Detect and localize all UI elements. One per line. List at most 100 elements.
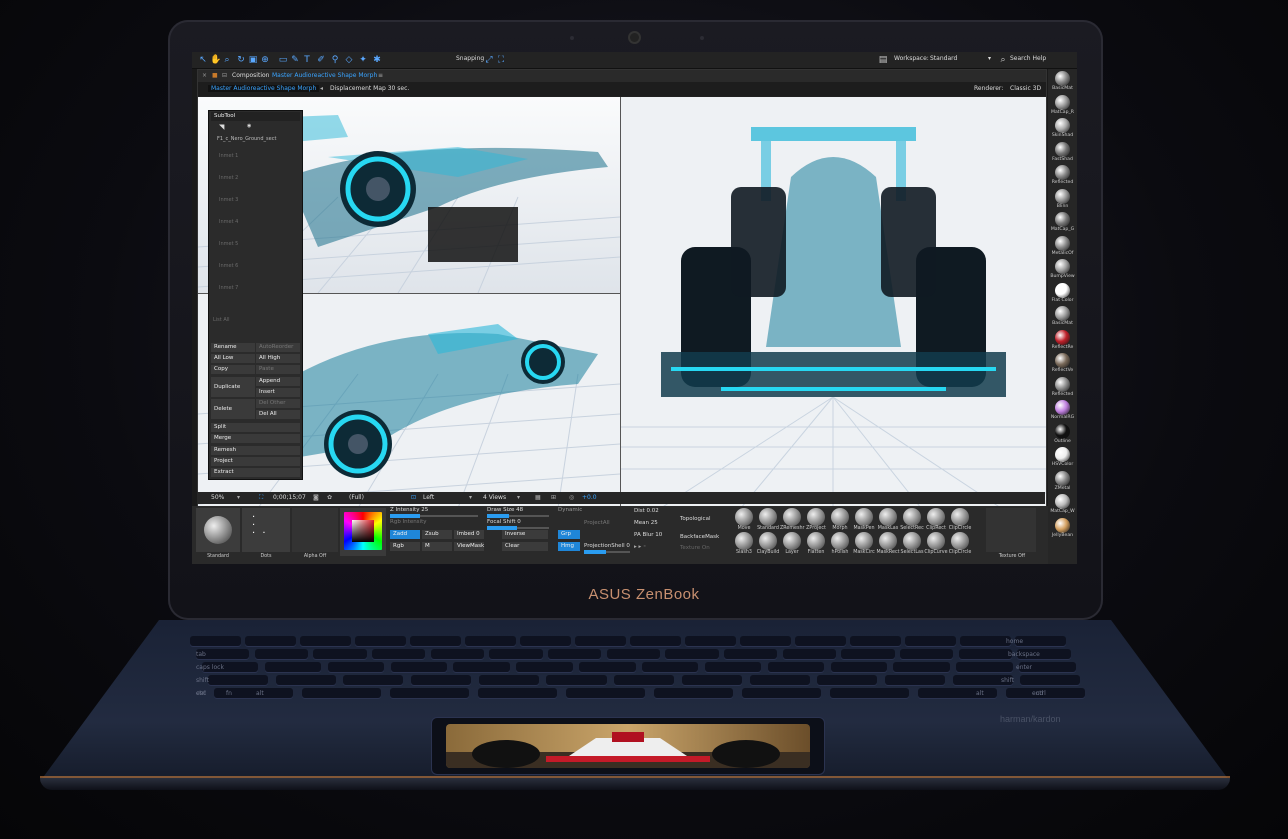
keyboard-key[interactable]	[956, 662, 1013, 672]
keyboard-key[interactable]	[520, 636, 571, 646]
draw-size-label[interactable]: Draw Size 48	[487, 507, 523, 513]
all-low-button[interactable]: All Low	[211, 354, 255, 363]
paste-button[interactable]: Paste	[256, 365, 300, 374]
keyboard-key[interactable]	[313, 649, 367, 659]
keyboard-key[interactable]	[685, 636, 736, 646]
keyboard-key[interactable]	[960, 636, 1011, 646]
split-button[interactable]: Split	[211, 423, 300, 432]
keyboard-key[interactable]	[343, 675, 404, 685]
material-skinshad-icon[interactable]	[1055, 118, 1070, 133]
keyboard-key[interactable]	[390, 688, 470, 698]
renderer-value[interactable]: Classic 3D	[1010, 85, 1041, 92]
brush-clipcircle-icon[interactable]	[951, 508, 969, 526]
region-icon[interactable]: ⛶	[259, 494, 263, 502]
timecode[interactable]: 0;00;15;07	[273, 494, 306, 501]
keyboard-key[interactable]	[642, 662, 699, 672]
snapshot-icon[interactable]: ◙	[313, 494, 319, 501]
focal-shift-slider[interactable]	[487, 526, 549, 530]
keyboard-key[interactable]	[254, 649, 309, 659]
brush-maskrect-icon[interactable]	[879, 532, 897, 550]
eraser-tool-icon[interactable]: ◇	[344, 55, 354, 65]
material-jellybean-icon[interactable]	[1055, 517, 1070, 533]
material-hsvcolor-icon[interactable]	[1055, 447, 1070, 462]
hand-tool-icon[interactable]: ✋	[210, 55, 221, 65]
search-icon[interactable]: ⌕	[998, 55, 1008, 65]
camera-tool-icon[interactable]: ▣	[248, 55, 258, 65]
composition-tab[interactable]: × ■ ⊟ Composition Master Audioreactive S…	[198, 70, 1046, 82]
flowchart-icon[interactable]: ⊞	[551, 494, 556, 501]
keyboard-key[interactable]	[390, 662, 448, 672]
keyboard[interactable]: esc tab caps lock shift ctrl fn alt home end ente…	[190, 636, 1086, 708]
brush-morph-icon[interactable]	[831, 508, 849, 526]
keyboard-key[interactable]	[830, 688, 910, 698]
brush-standard-icon[interactable]	[759, 508, 777, 526]
keyboard-key[interactable]	[742, 688, 822, 698]
keyboard-key[interactable]	[546, 675, 607, 685]
zoom-level[interactable]: 50%	[211, 494, 224, 501]
keyboard-key[interactable]	[724, 649, 778, 659]
color-swatch[interactable]	[352, 520, 374, 542]
mean-label[interactable]: Mean 25	[634, 520, 658, 526]
type-tool-icon[interactable]: T	[302, 55, 312, 65]
material-outline-icon[interactable]	[1055, 423, 1070, 439]
extract-button[interactable]: Extract	[211, 468, 300, 477]
keyboard-key[interactable]	[302, 688, 382, 698]
backface-mask-toggle[interactable]: BackfaceMask	[680, 534, 719, 540]
reset-exposure-icon[interactable]: ◎	[569, 494, 574, 501]
breadcrumb-item-master[interactable]: Master Audioreactive Shape Morph	[208, 85, 320, 92]
keyboard-key[interactable]	[264, 662, 322, 672]
delete-button[interactable]: Delete	[211, 399, 255, 419]
material-reflectve-icon[interactable]	[1055, 353, 1070, 368]
brush-clipcircle-icon[interactable]	[951, 532, 969, 550]
brush-selectrec-icon[interactable]	[903, 508, 921, 526]
keyboard-key[interactable]	[630, 636, 681, 646]
3d-view-icon[interactable]: ⊡	[411, 494, 416, 501]
m-button[interactable]: M	[422, 542, 452, 551]
clone-stamp-icon[interactable]: ⚲	[330, 55, 340, 65]
keyboard-key[interactable]	[410, 636, 461, 646]
keyboard-key[interactable]	[830, 662, 888, 672]
brush-zremeshr-icon[interactable]	[783, 508, 801, 526]
brush-maskpen-icon[interactable]	[855, 508, 873, 526]
pen-tool-icon[interactable]: ✎	[290, 55, 300, 65]
search-help-input[interactable]: Search Help	[1010, 55, 1046, 62]
keyboard-key[interactable]	[884, 675, 945, 685]
material-normalrg-icon[interactable]	[1055, 400, 1070, 415]
del-other-button[interactable]: Del Other	[256, 399, 300, 408]
keyboard-key[interactable]	[749, 675, 810, 685]
rgb-button[interactable]: Rgb	[390, 542, 420, 551]
keyboard-key[interactable]	[665, 649, 719, 659]
grp-button[interactable]: Grp	[558, 530, 580, 539]
focal-shift-label[interactable]: Focal Shift 0	[487, 519, 521, 525]
keyboard-key[interactable]	[566, 688, 646, 698]
brush-selectlas-icon[interactable]	[903, 532, 921, 550]
brush-clipcurve-icon[interactable]	[927, 532, 945, 550]
dist-label[interactable]: Dist 0.02	[634, 508, 659, 514]
material-metalicof-icon[interactable]	[1055, 235, 1070, 251]
keyboard-key[interactable]	[817, 675, 878, 685]
visibility-eye-icon[interactable]: ◉	[247, 123, 251, 129]
rectangle-tool-icon[interactable]: ▭	[278, 55, 288, 65]
breadcrumb-item-displacement[interactable]: Displacement Map 30 sec.	[330, 85, 409, 92]
zsub-button[interactable]: Zsub	[422, 530, 452, 539]
material-bumpview-icon[interactable]	[1055, 259, 1070, 274]
rgb-intensity-label[interactable]: Rgb Intensity	[390, 519, 427, 525]
resolution-select[interactable]: (Full)	[349, 494, 364, 501]
keyboard-key[interactable]	[704, 662, 762, 672]
project-all-button[interactable]: ProjectAll	[584, 520, 610, 526]
del-all-button[interactable]: Del All	[256, 410, 300, 419]
material-flat-color-icon[interactable]	[1055, 282, 1070, 298]
material-basicmat-icon[interactable]	[1055, 306, 1070, 321]
keyboard-key[interactable]	[575, 636, 626, 646]
brush-layer-icon[interactable]	[783, 532, 801, 550]
view-select[interactable]: Left	[423, 494, 434, 501]
list-all-button[interactable]: List All	[213, 317, 230, 323]
material-reflected-icon[interactable]	[1055, 165, 1070, 180]
clear-button[interactable]: Clear	[502, 542, 548, 551]
projection-shell-slider[interactable]	[584, 550, 630, 554]
keyboard-key[interactable]	[905, 636, 956, 646]
keyboard-key[interactable]	[614, 675, 675, 685]
viewport-right-front[interactable]	[621, 97, 1046, 508]
brush-slash3-icon[interactable]	[735, 532, 753, 550]
brush-move-icon[interactable]	[735, 508, 753, 526]
